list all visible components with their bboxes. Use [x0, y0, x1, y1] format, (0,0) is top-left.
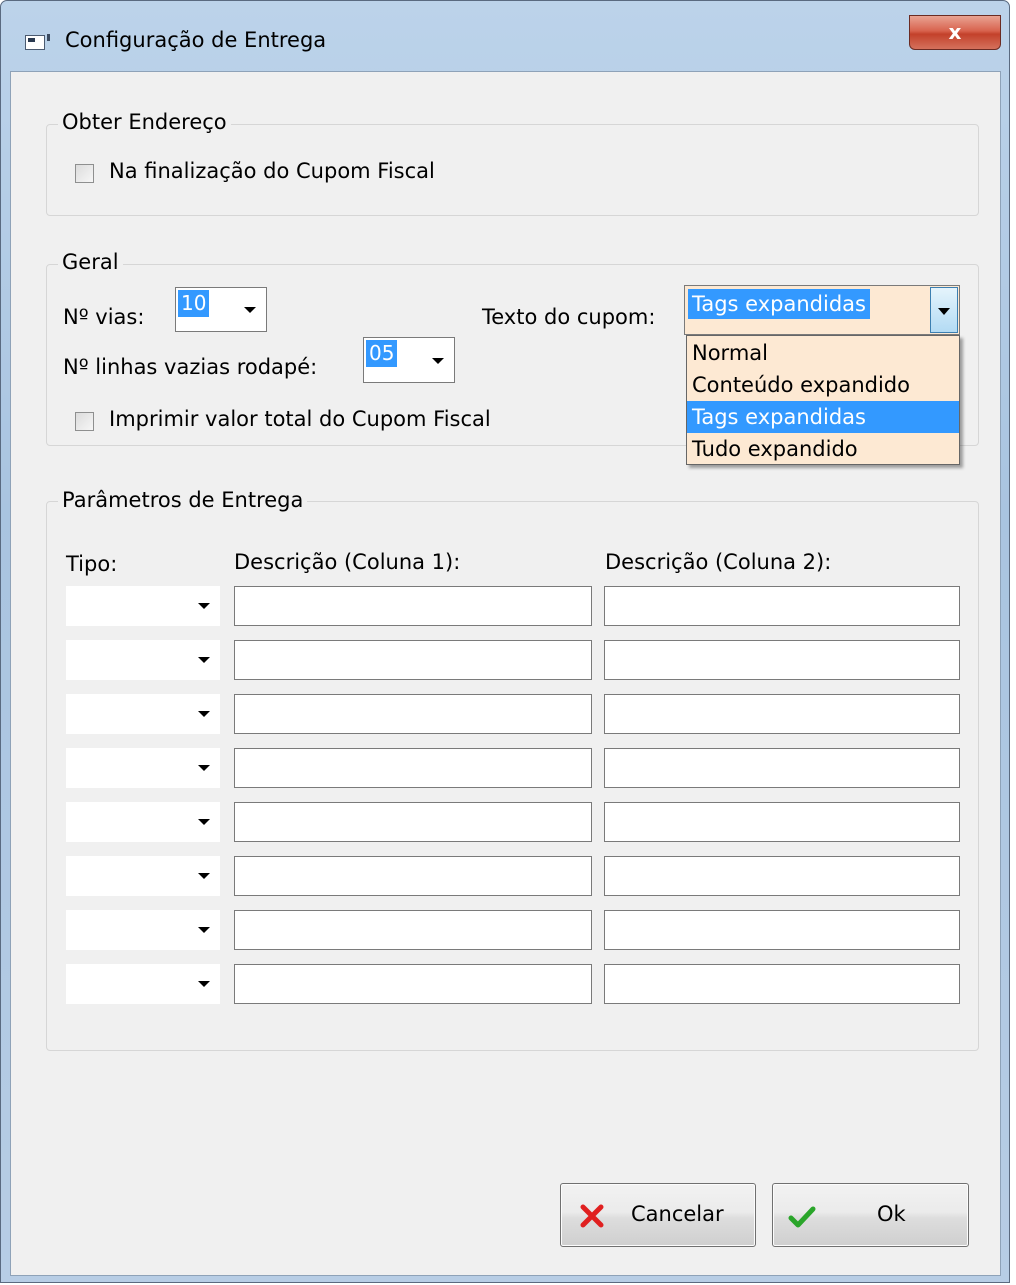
texto-cupom-label: Texto do cupom: — [482, 305, 656, 329]
imprimir-total-label: Imprimir valor total do Cupom Fiscal — [109, 407, 491, 431]
desc2-input[interactable] — [604, 586, 960, 626]
vias-value: 10 — [178, 290, 210, 317]
desc2-input[interactable] — [604, 964, 960, 1004]
chevron-down-icon — [198, 819, 210, 825]
dropdown-option-tudo-expandido[interactable]: Tudo expandido — [687, 433, 959, 465]
desc1-input[interactable] — [234, 748, 592, 788]
cancel-button[interactable]: Cancelar — [560, 1183, 756, 1247]
tipo-select[interactable] — [66, 640, 220, 680]
close-button[interactable]: x — [909, 15, 1001, 50]
x-mark-icon — [580, 1204, 604, 1228]
desc2-input[interactable] — [604, 640, 960, 680]
desc1-input[interactable] — [234, 640, 592, 680]
finalizacao-cupom-checkbox[interactable] — [75, 164, 94, 183]
col-header-tipo: Tipo: — [66, 552, 118, 576]
tipo-select[interactable] — [66, 694, 220, 734]
chevron-down-icon — [198, 603, 210, 609]
title-bar[interactable]: Configuração de Entrega x — [1, 1, 1009, 71]
tipo-select[interactable] — [66, 856, 220, 896]
col-header-desc1: Descrição (Coluna 1): — [234, 550, 461, 574]
desc2-input[interactable] — [604, 748, 960, 788]
vias-label: Nº vias: — [63, 305, 145, 329]
dropdown-option-normal[interactable]: Normal — [687, 337, 959, 369]
linhas-select[interactable]: 05 — [363, 337, 455, 383]
dropdown-option-tags-expandidas[interactable]: Tags expandidas — [687, 401, 959, 433]
tipo-select[interactable] — [66, 748, 220, 788]
desc1-input[interactable] — [234, 856, 592, 896]
desc2-input[interactable] — [604, 910, 960, 950]
chevron-down-icon — [198, 711, 210, 717]
linhas-value: 05 — [366, 340, 398, 367]
texto-cupom-combo[interactable]: Tags expandidas — [684, 285, 960, 335]
desc1-input[interactable] — [234, 586, 592, 626]
chevron-down-icon — [938, 308, 950, 315]
texto-cupom-value: Tags expandidas — [688, 289, 870, 319]
imprimir-total-checkbox[interactable] — [75, 412, 94, 431]
dropdown-option-conteudo-expandido[interactable]: Conteúdo expandido — [687, 369, 959, 401]
vias-select[interactable]: 10 — [175, 287, 267, 332]
geral-legend: Geral — [58, 250, 123, 274]
col-header-desc2: Descrição (Coluna 2): — [605, 550, 832, 574]
desc1-input[interactable] — [234, 964, 592, 1004]
dialog-window: Configuração de Entrega x Obter Endereço… — [0, 0, 1010, 1283]
ok-label: Ok — [877, 1202, 906, 1226]
desc1-input[interactable] — [234, 910, 592, 950]
finalizacao-cupom-label: Na finalização do Cupom Fiscal — [109, 159, 435, 183]
checkmark-icon — [788, 1206, 816, 1228]
window-title: Configuração de Entrega — [65, 28, 327, 52]
texto-cupom-dropdown-list: Normal Conteúdo expandido Tags expandida… — [686, 335, 960, 465]
tipo-select[interactable] — [66, 802, 220, 842]
obter-endereco-legend: Obter Endereço — [58, 110, 231, 134]
desc1-input[interactable] — [234, 802, 592, 842]
chevron-down-icon — [198, 657, 210, 663]
app-window-icon — [25, 34, 50, 50]
tipo-select[interactable] — [66, 586, 220, 626]
desc1-input[interactable] — [234, 694, 592, 734]
desc2-input[interactable] — [604, 856, 960, 896]
desc2-input[interactable] — [604, 694, 960, 734]
tipo-select[interactable] — [66, 910, 220, 950]
chevron-down-icon — [198, 873, 210, 879]
texto-cupom-dropdown-button[interactable] — [930, 287, 958, 333]
chevron-down-icon — [432, 358, 444, 364]
chevron-down-icon — [198, 927, 210, 933]
ok-button[interactable]: Ok — [772, 1183, 969, 1247]
chevron-down-icon — [198, 765, 210, 771]
tipo-select[interactable] — [66, 964, 220, 1004]
cancel-label: Cancelar — [631, 1202, 724, 1226]
linhas-label: Nº linhas vazias rodapé: — [63, 355, 318, 379]
desc2-input[interactable] — [604, 802, 960, 842]
chevron-down-icon — [198, 981, 210, 987]
close-icon: x — [948, 20, 962, 44]
chevron-down-icon — [244, 307, 256, 313]
parametros-legend: Parâmetros de Entrega — [58, 488, 308, 512]
